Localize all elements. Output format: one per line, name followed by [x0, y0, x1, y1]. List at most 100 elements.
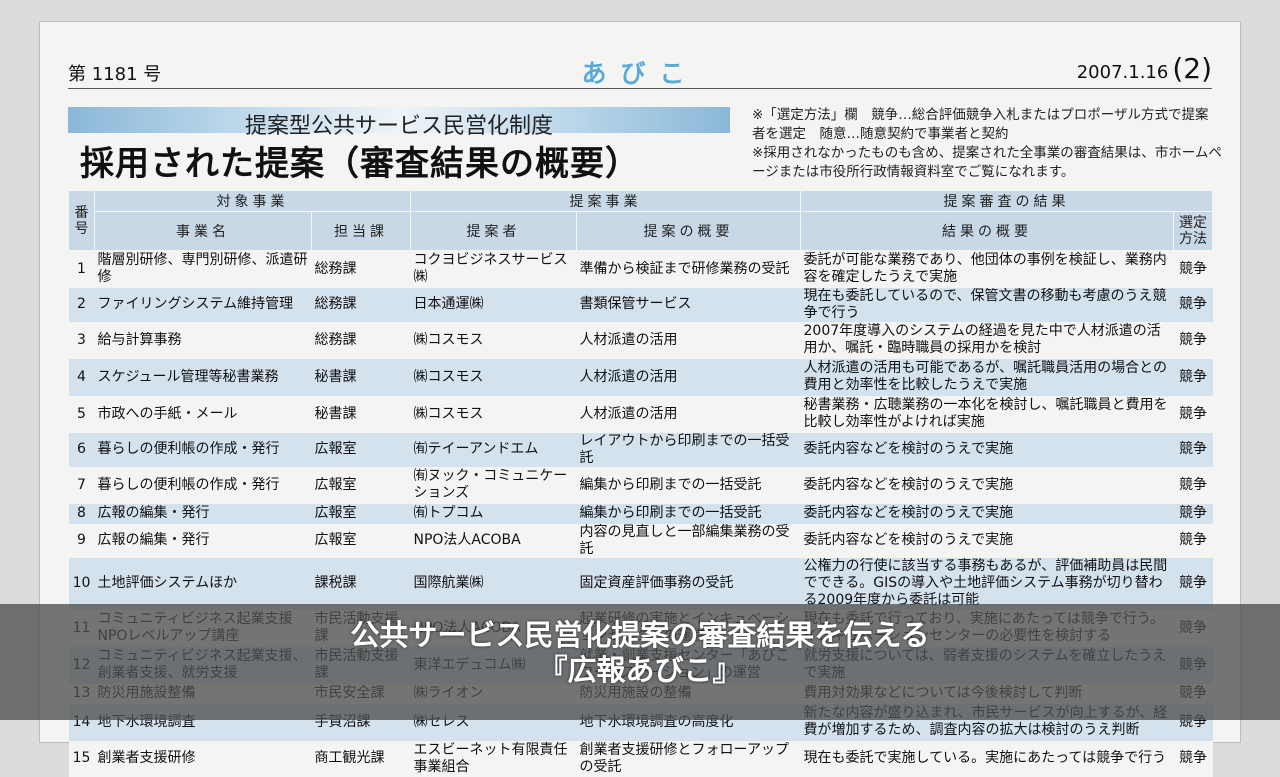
header-proposer: 提案者 [410, 211, 577, 251]
header-review: 提案審査の結果 [800, 190, 1213, 212]
cell-name: 創業者支援研修 [94, 740, 312, 777]
page-number: (2) [1172, 52, 1212, 85]
cell-no: 4 [68, 358, 95, 396]
table-row: 3 給与計算事務 総務課 ㈱コスモス 人材派遣の活用 2007年度導入のシステムの経過を見… [68, 321, 1213, 359]
table-row: 7 暮らしの便利帳の作成・発行 広報室 ㈲ヌック・コミュニケーションズ 編集から印刷まで… [68, 466, 1213, 504]
cell-method: 競争 [1173, 432, 1213, 467]
table-row: 15 創業者支援研修 商工観光課 エスビーネット有限責任事業組合 創業者支援研修とフォロ… [68, 740, 1213, 777]
cell-proposer: ㈲テイーアンドエム [410, 432, 577, 467]
table-row: 8 広報の編集・発行 広報室 ㈲トプコム 編集から印刷までの一括受託 委託内容などを検討の… [68, 503, 1213, 524]
video-caption: 公共サービス民営化提案の審査結果を伝える 『広報あびこ』 [0, 604, 1280, 720]
cell-proposer: ㈱コスモス [410, 395, 577, 433]
cell-summary: 準備から検証まで研修業務の受託 [576, 250, 801, 288]
date-text: 2007.1.16 [1076, 62, 1169, 83]
cell-proposer: ㈲ヌック・コミュニケーションズ [410, 466, 577, 504]
cell-no: 15 [68, 740, 95, 777]
cell-method: 競争 [1173, 523, 1213, 558]
cell-result: 委託内容などを検討のうえで実施 [800, 466, 1174, 504]
issue-date: 2007.1.16 (2) [1077, 52, 1212, 85]
article-title: 採用された提案（審査結果の概要） [80, 144, 640, 184]
cell-result: 委託内容などを検討のうえで実施 [800, 503, 1174, 524]
table-row: 1 階層別研修、専門別研修、派遣研修 総務課 コクヨビジネスサービス㈱ 準備から検証まで… [68, 250, 1213, 288]
cell-method: 競争 [1173, 321, 1213, 359]
cell-result: 現在も委託で実施している。実施にあたっては競争で行う [800, 740, 1174, 777]
cell-name: 広報の編集・発行 [94, 503, 312, 524]
cell-proposer: ㈱コスモス [410, 321, 577, 359]
header-dept: 担当課 [311, 211, 411, 251]
header-summary: 提案の概要 [576, 211, 801, 251]
table-row: 2 ファイリングシステム維持管理 総務課 日本通運㈱ 書類保管サービス 現在も委託している… [68, 287, 1213, 322]
cell-name: ファイリングシステム維持管理 [94, 287, 312, 322]
cell-summary: 創業者支援研修とフォローアップの受託 [576, 740, 801, 777]
cell-dept: 商工観光課 [311, 740, 411, 777]
notes: ※「選定方法」欄 競争…総合評価競争入札またはプロポーザル方式で提案者を選定 随… [752, 106, 1222, 182]
cell-dept: 総務課 [311, 250, 411, 288]
header-target: 対象事業 [94, 190, 411, 212]
cell-method: 競争 [1173, 395, 1213, 433]
cell-name: 市政への手紙・メール [94, 395, 312, 433]
masthead: 第 1181 号 あびこ 2007.1.16 (2) [68, 52, 1212, 89]
note-selection-method: ※「選定方法」欄 競争…総合評価競争入札またはプロポーザル方式で提案者を選定 随… [752, 107, 1209, 142]
cell-proposer: NPO法人ACOBA [410, 523, 577, 558]
cell-no: 2 [68, 287, 95, 322]
cell-proposer: 国際航業㈱ [410, 557, 577, 610]
cell-method: 競争 [1173, 740, 1213, 777]
cell-name: 暮らしの便利帳の作成・発行 [94, 466, 312, 504]
cell-summary: 編集から印刷までの一括受託 [576, 503, 801, 524]
cell-name: 階層別研修、専門別研修、派遣研修 [94, 250, 312, 288]
cell-proposer: ㈱コスモス [410, 358, 577, 396]
table-row: 10 土地評価システムほか 課税課 国際航業㈱ 固定資産評価事務の受託 公権力の行使に該当… [68, 557, 1213, 610]
cell-method: 競争 [1173, 358, 1213, 396]
cell-no: 5 [68, 395, 95, 433]
cell-dept: 広報室 [311, 466, 411, 504]
cell-name: 広報の編集・発行 [94, 523, 312, 558]
header-name: 事業名 [94, 211, 312, 251]
caption-line-2: 『広報あびこ』 [538, 653, 742, 687]
cell-method: 競争 [1173, 557, 1213, 610]
cell-summary: 編集から印刷までの一括受託 [576, 466, 801, 504]
cell-proposer: コクヨビジネスサービス㈱ [410, 250, 577, 288]
table-row: 5 市政への手紙・メール 秘書課 ㈱コスモス 人材派遣の活用 秘書業務・広聴業務の一本化を… [68, 395, 1213, 433]
cell-no: 10 [68, 557, 95, 610]
cell-summary: レイアウトから印刷までの一括受託 [576, 432, 801, 467]
cell-summary: 人材派遣の活用 [576, 358, 801, 396]
cell-no: 9 [68, 523, 95, 558]
header-proposal: 提案事業 [410, 190, 801, 212]
cell-dept: 秘書課 [311, 358, 411, 396]
cell-dept: 課税課 [311, 557, 411, 610]
cell-dept: 広報室 [311, 503, 411, 524]
cell-result: 人材派遣の活用も可能であるが、嘱託職員活用の場合との費用と効率性を比較したうえで… [800, 358, 1174, 396]
cell-method: 競争 [1173, 466, 1213, 504]
header-number: 番号 [68, 190, 95, 251]
header-method: 選定方法 [1173, 211, 1213, 251]
table-row: 9 広報の編集・発行 広報室 NPO法人ACOBA 内容の見直しと一部編集業務の受託 委託… [68, 523, 1213, 558]
cell-result: 秘書業務・広聴業務の一本化を検討し、嘱託職員と費用を比較し効率性がよければ実施 [800, 395, 1174, 433]
cell-no: 8 [68, 503, 95, 524]
cell-summary: 固定資産評価事務の受託 [576, 557, 801, 610]
cell-no: 3 [68, 321, 95, 359]
newspaper-logo: あびこ [581, 59, 699, 88]
cell-method: 競争 [1173, 250, 1213, 288]
cell-summary: 内容の見直しと一部編集業務の受託 [576, 523, 801, 558]
cell-result: 委託内容などを検討のうえで実施 [800, 432, 1174, 467]
cell-dept: 総務課 [311, 287, 411, 322]
cell-summary: 人材派遣の活用 [576, 395, 801, 433]
cell-no: 7 [68, 466, 95, 504]
cell-no: 6 [68, 432, 95, 467]
cell-summary: 人材派遣の活用 [576, 321, 801, 359]
cell-result: 2007年度導入のシステムの経過を見た中で人材派遣の活用か、嘱託・臨時職員の採用… [800, 321, 1174, 359]
cell-dept: 広報室 [311, 432, 411, 467]
cell-proposer: ㈲トプコム [410, 503, 577, 524]
cell-summary: 書類保管サービス [576, 287, 801, 322]
cell-proposer: エスビーネット有限責任事業組合 [410, 740, 577, 777]
cell-dept: 総務課 [311, 321, 411, 359]
cell-name: 給与計算事務 [94, 321, 312, 359]
cell-result: 現在も委託しているので、保管文書の移動も考慮のうえ競争で行う [800, 287, 1174, 322]
cell-result: 公権力の行使に該当する事務もあるが、評価補助員は民間でできる。GISの導入や土地… [800, 557, 1174, 610]
caption-line-1: 公共サービス民営化提案の審査結果を伝える [350, 618, 930, 652]
cell-proposer: 日本通運㈱ [410, 287, 577, 322]
cell-name: 土地評価システムほか [94, 557, 312, 610]
cell-name: スケジュール管理等秘書業務 [94, 358, 312, 396]
cell-no: 1 [68, 250, 95, 288]
header-result: 結果の概要 [800, 211, 1174, 251]
